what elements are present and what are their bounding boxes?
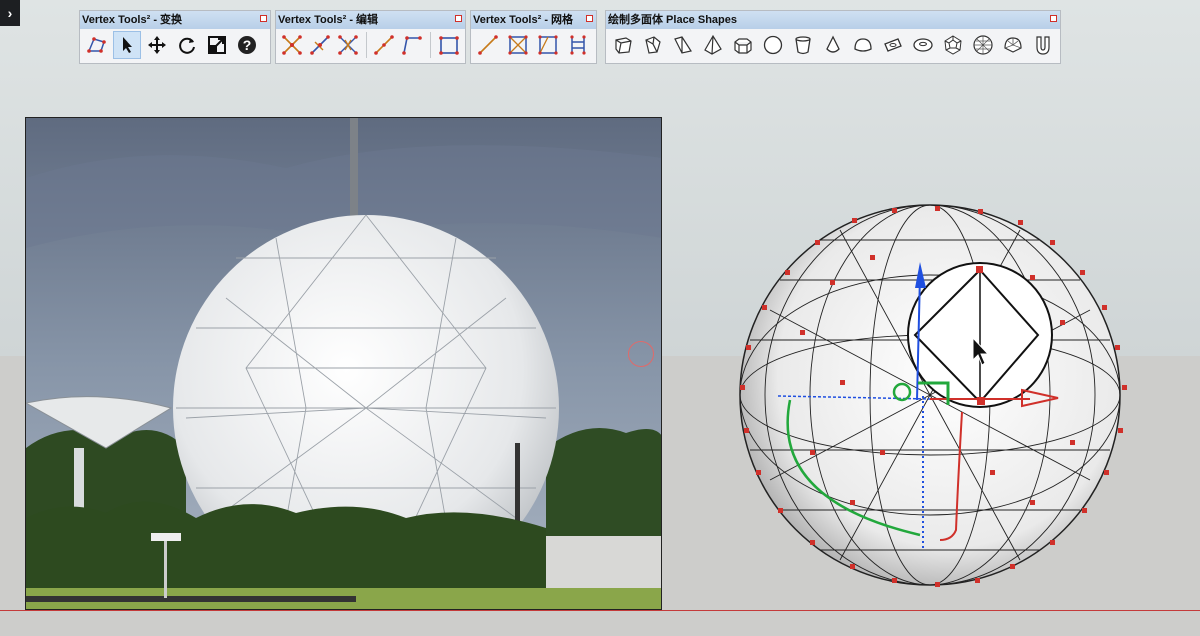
pentagon-prism-icon — [645, 36, 661, 54]
delete-vertex-icon — [337, 35, 358, 55]
pentagon-prism-button[interactable] — [639, 31, 667, 59]
rotate-icon — [179, 37, 195, 54]
polyline-icon — [402, 36, 423, 55]
select-polygon-button[interactable] — [83, 31, 111, 59]
merge-vertices-icon — [282, 35, 302, 55]
dodecahedron-icon — [944, 35, 962, 55]
box-icon — [439, 36, 459, 55]
truncated-sphere-icon — [1004, 37, 1022, 53]
geodesic-sphere-model[interactable] — [730, 200, 1130, 590]
reference-photo[interactable] — [25, 117, 662, 610]
geodesic-button[interactable] — [969, 31, 997, 59]
grid-frame-button[interactable] — [534, 31, 562, 59]
pointer-icon — [123, 37, 132, 53]
inference-circle-icon — [628, 341, 654, 367]
toolbar-close-icon[interactable] — [1050, 15, 1057, 22]
wedge-icon — [674, 36, 692, 54]
move-icon — [148, 36, 166, 54]
pyramid-button[interactable] — [699, 31, 727, 59]
hemisphere-button[interactable] — [849, 31, 877, 59]
hex-prism-icon — [734, 38, 752, 54]
merge-vertices-button[interactable] — [279, 31, 305, 59]
cone-button[interactable] — [819, 31, 847, 59]
svg-text:?: ? — [243, 37, 252, 53]
select-polygon-icon — [87, 37, 106, 53]
toolbar-close-icon[interactable] — [260, 15, 267, 22]
toolbar-vertex-grid: Vertex Tools² - 网格 — [470, 10, 597, 64]
toolbar-vertex-transform: Vertex Tools² - 变换 ? — [79, 10, 271, 64]
torus-icon — [913, 38, 933, 52]
chevron-right-icon: › — [7, 5, 13, 21]
toolbar-title-text: Vertex Tools² - 网格 — [473, 14, 574, 26]
toolbar-vertex-edit: Vertex Tools² - 编辑 — [275, 10, 466, 64]
toolbar-title-text: 绘制多面体 Place Shapes — [608, 14, 737, 26]
dodecahedron-button[interactable] — [939, 31, 967, 59]
scale-icon — [208, 36, 226, 54]
delete-vertex-button[interactable] — [335, 31, 361, 59]
grid-line-button[interactable] — [474, 31, 502, 59]
line-icon — [374, 35, 395, 55]
tube-icon — [1036, 36, 1050, 55]
geodesic-sphere-drawing — [739, 204, 1127, 587]
cylinder-button[interactable] — [789, 31, 817, 59]
toolbar-title-shapes[interactable]: 绘制多面体 Place Shapes — [606, 11, 1060, 29]
sketchup-viewport[interactable]: › Vertex Tools² - 变换 ? Vertex Tools² - 编… — [0, 0, 1200, 636]
line-button[interactable] — [372, 31, 398, 59]
expand-panel-button[interactable]: › — [0, 0, 20, 26]
radome-photo-image — [26, 118, 661, 609]
toolbar-separator — [430, 32, 432, 58]
torus-flat-button[interactable] — [879, 31, 907, 59]
sphere-icon — [763, 35, 783, 55]
help-button[interactable]: ? — [233, 31, 261, 59]
move-button[interactable] — [143, 31, 171, 59]
help-icon: ? — [238, 36, 256, 54]
toolbar-close-icon[interactable] — [455, 15, 462, 22]
split-edge-button[interactable] — [307, 31, 333, 59]
box-button[interactable] — [436, 31, 462, 59]
toolbar-title-text: Vertex Tools² - 变换 — [82, 14, 183, 26]
cube-icon — [615, 37, 632, 54]
pyramid-icon — [704, 34, 722, 55]
truncated-sphere-button[interactable] — [999, 31, 1027, 59]
toolbar-close-icon[interactable] — [586, 15, 593, 22]
toolbar-title-transform[interactable]: Vertex Tools² - 变换 — [80, 11, 270, 29]
toolbar-title-edit[interactable]: Vertex Tools² - 编辑 — [276, 11, 465, 29]
toolbar-title-text: Vertex Tools² - 编辑 — [278, 14, 379, 26]
tube-button[interactable] — [1029, 31, 1057, 59]
red-axis-line — [0, 610, 1200, 611]
wedge-button[interactable] — [669, 31, 697, 59]
geodesic-icon — [973, 35, 993, 55]
cylinder-icon — [795, 36, 811, 55]
hemisphere-icon — [854, 38, 872, 52]
grid-box-button[interactable] — [504, 31, 532, 59]
polyline-button[interactable] — [399, 31, 425, 59]
hex-prism-button[interactable] — [729, 31, 757, 59]
toolbar-separator — [365, 32, 367, 58]
cone-icon — [826, 35, 840, 53]
split-edge-icon — [309, 35, 330, 55]
sphere-button[interactable] — [759, 31, 787, 59]
scale-button[interactable] — [203, 31, 231, 59]
cube-button[interactable] — [609, 31, 637, 59]
pointer-button[interactable] — [113, 31, 141, 59]
torus-button[interactable] — [909, 31, 937, 59]
toolbar-title-grid[interactable]: Vertex Tools² - 网格 — [471, 11, 596, 29]
grid-ladder-button[interactable] — [564, 31, 592, 59]
grid-line-icon — [478, 35, 498, 55]
grid-ladder-icon — [570, 35, 586, 55]
toolbar-place-shapes: 绘制多面体 Place Shapes — [605, 10, 1061, 64]
rotate-button[interactable] — [173, 31, 201, 59]
grid-box-icon — [508, 35, 528, 55]
grid-frame-icon — [538, 35, 558, 55]
torus-flat-icon — [884, 38, 902, 52]
